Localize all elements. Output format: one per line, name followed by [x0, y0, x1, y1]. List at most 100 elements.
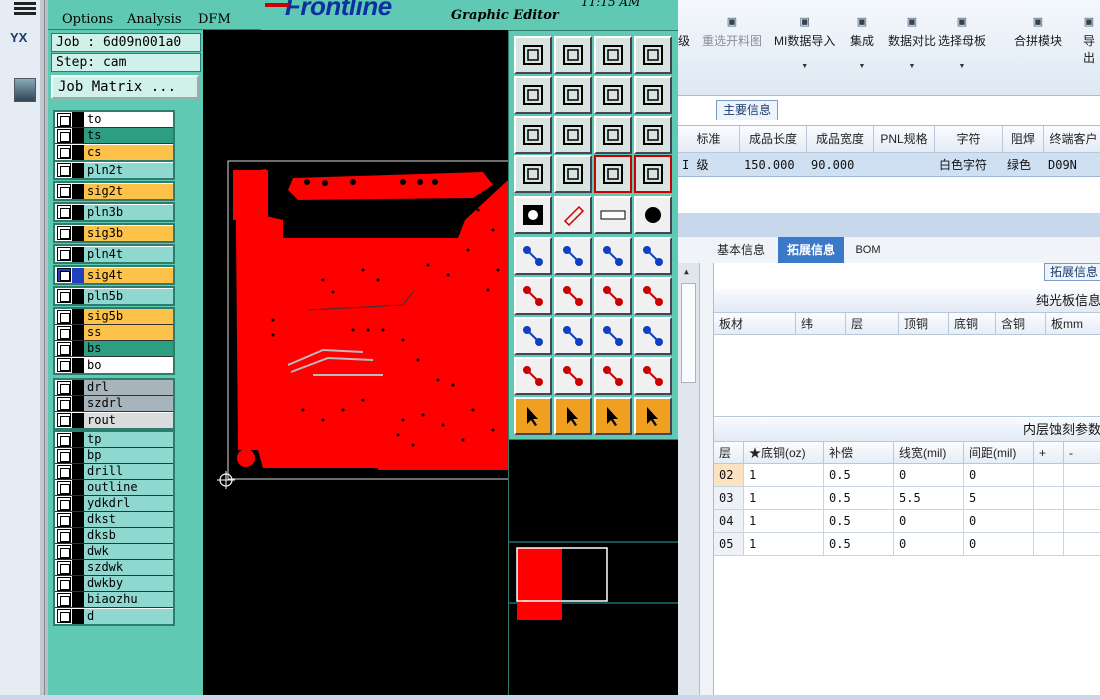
layer-affected-marker[interactable] [72, 560, 84, 575]
inner-etch-cell[interactable] [1034, 533, 1064, 556]
layer-row-dkst[interactable]: dkst [55, 512, 173, 528]
job-matrix-button[interactable]: Job Matrix ... [51, 75, 199, 99]
ribbon-btn-1[interactable]: ▣ 重选开料图 [702, 16, 762, 49]
inner-etch-cell[interactable]: 1 [744, 533, 824, 556]
bare-board-header[interactable]: 纬 [796, 313, 846, 335]
layer-checkbox[interactable] [57, 396, 71, 411]
ribbon-btn-0[interactable]: 级 [678, 16, 690, 49]
layer-affected-marker[interactable] [72, 162, 84, 178]
inner-etch-cell[interactable] [1034, 464, 1064, 487]
layer-affected-marker[interactable] [72, 112, 84, 127]
layer-row-to[interactable]: to [55, 112, 173, 128]
inner-etch-cell[interactable] [1034, 487, 1064, 510]
grid-cell[interactable] [874, 153, 935, 177]
layer-row-cs[interactable]: cs [55, 144, 173, 160]
inner-etch-header[interactable]: 间距(mil) [964, 442, 1034, 464]
layer-checkbox[interactable] [57, 325, 71, 340]
layer-row-rout[interactable]: rout [55, 412, 173, 428]
fit-screen-button[interactable] [514, 116, 552, 154]
layer-checkbox[interactable] [57, 609, 71, 623]
inner-etch-header[interactable]: 补偿 [824, 442, 894, 464]
layer-checkbox[interactable] [57, 380, 71, 395]
layer-checkbox[interactable] [57, 480, 71, 495]
layer-checkbox[interactable] [57, 432, 71, 447]
dropdown-arrow-icon[interactable]: ▼ [774, 63, 835, 70]
app-calculator-icon[interactable] [14, 78, 36, 102]
pan-right-button[interactable] [554, 76, 592, 114]
layer-checkbox[interactable] [57, 184, 71, 198]
grid-header[interactable]: 字符 [935, 126, 1003, 153]
layer-affected-marker[interactable] [72, 464, 84, 479]
grid-cell[interactable]: 90.000 [807, 153, 874, 177]
move-point-button[interactable] [634, 237, 672, 275]
inner-etch-cell[interactable]: 04 [714, 510, 744, 533]
layer-affected-marker[interactable] [72, 512, 84, 527]
layer-affected-marker[interactable] [72, 288, 84, 304]
arc-line-button[interactable] [514, 277, 552, 315]
layer-affected-marker[interactable] [72, 325, 84, 340]
scroll-up-icon[interactable]: ▲ [684, 267, 689, 276]
layer-checkbox[interactable] [57, 528, 71, 543]
layer-checkbox[interactable] [57, 247, 71, 261]
inner-etch-header[interactable]: + [1034, 442, 1064, 464]
layer-row-pln2t[interactable]: pln2t [55, 162, 173, 178]
layer-checkbox[interactable] [57, 145, 71, 159]
snap-on-button[interactable] [594, 155, 632, 193]
layer-row-pln4t[interactable]: pln4t [55, 246, 173, 262]
layer-affected-marker[interactable] [72, 576, 84, 591]
ribbon-btn-6[interactable]: ▣ 合拼模块 [1014, 16, 1062, 49]
layer-checkbox[interactable] [57, 205, 71, 219]
arch-down-button[interactable] [634, 357, 672, 395]
detail-tab-1[interactable]: 拓展信息 [778, 237, 844, 263]
layer-affected-marker[interactable] [72, 183, 84, 199]
grid-header[interactable]: 阻焊 [1003, 126, 1044, 153]
zoom-out-button[interactable] [554, 36, 592, 74]
grid-header[interactable]: 标准 [678, 126, 740, 153]
layer-checkbox[interactable] [57, 268, 71, 282]
snap-off-button[interactable] [634, 155, 672, 193]
inner-etch-cell[interactable]: 02 [714, 464, 744, 487]
bare-board-header[interactable]: 底铜 [949, 313, 996, 335]
layer-checkbox[interactable] [57, 341, 71, 356]
layer-row-tp[interactable]: tp [55, 432, 173, 448]
help-button[interactable] [634, 116, 672, 154]
yx-app-icon[interactable]: YX [10, 30, 27, 45]
inner-etch-cell[interactable]: 0.5 [824, 487, 894, 510]
layer-row-bp[interactable]: bp [55, 448, 173, 464]
ribbon-btn-3[interactable]: ▣ 集成 ▼ [850, 16, 874, 70]
layer-affected-marker[interactable] [72, 246, 84, 262]
ribbon-btn-7[interactable]: ▣ 导出 [1078, 16, 1100, 66]
inner-etch-cell[interactable]: 1 [744, 510, 824, 533]
center-between-button[interactable] [594, 317, 632, 355]
grid-cell[interactable]: 绿色 [1003, 153, 1044, 177]
grid-header[interactable]: PNL规格 [874, 126, 935, 153]
layer-row-dwk[interactable]: dwk [55, 544, 173, 560]
inner-etch-cell[interactable]: 0 [894, 533, 964, 556]
layer-row-drill[interactable]: drill [55, 464, 173, 480]
inner-etch-cell[interactable]: 0 [964, 510, 1034, 533]
measure-button[interactable] [514, 155, 552, 193]
layer-row-ss[interactable]: ss [55, 325, 173, 341]
layer-checkbox[interactable] [57, 413, 71, 427]
select-arrow-button[interactable] [514, 397, 552, 435]
inner-etch-header[interactable]: 层 [714, 442, 744, 464]
layer-checkbox[interactable] [57, 560, 71, 575]
layer-row-dwkby[interactable]: dwkby [55, 576, 173, 592]
inner-etch-cell[interactable]: 0 [964, 533, 1034, 556]
layer-checkbox[interactable] [57, 358, 71, 372]
layer-affected-marker[interactable] [72, 412, 84, 428]
detail-tab-0[interactable]: 基本信息 [708, 237, 774, 263]
circle-pad-button[interactable] [634, 196, 672, 234]
hamburger-icon[interactable] [14, 0, 36, 15]
layer-affected-marker[interactable] [72, 448, 84, 463]
layer-checkbox[interactable] [57, 576, 71, 591]
redraw-button[interactable] [634, 76, 672, 114]
inner-etch-cell[interactable] [1064, 533, 1100, 556]
rotate-button[interactable] [594, 277, 632, 315]
layer-checkbox[interactable] [57, 592, 71, 607]
route-select-button[interactable] [634, 397, 672, 435]
inner-etch-cell[interactable]: 0.5 [824, 533, 894, 556]
grid-cell[interactable]: 150.000 [740, 153, 807, 177]
mirror-button[interactable] [634, 277, 672, 315]
line-replace-button[interactable] [554, 317, 592, 355]
